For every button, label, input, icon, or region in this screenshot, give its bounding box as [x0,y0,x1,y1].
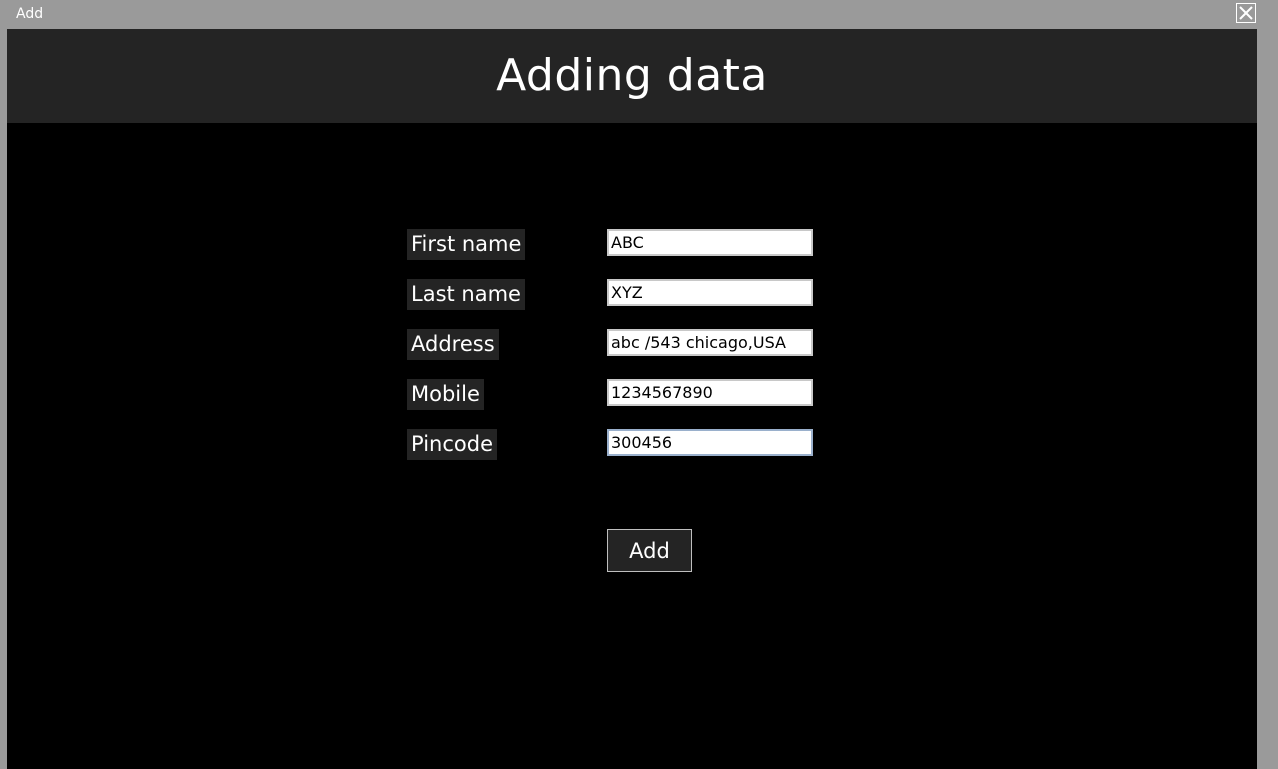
close-button[interactable] [1236,3,1256,23]
last-name-field[interactable] [607,279,813,306]
window-title: Add [16,6,44,22]
first-name-label: First name [407,229,526,260]
pincode-field[interactable] [607,429,813,456]
page-header: Adding data [7,29,1257,123]
pincode-label: Pincode [407,429,497,460]
address-field[interactable] [607,329,813,356]
add-button[interactable]: Add [607,529,692,572]
page-title: Adding data [496,49,768,101]
mobile-label: Mobile [407,379,484,410]
address-label: Address [407,329,499,360]
last-name-label: Last name [407,279,525,310]
app-window: Add Adding data First name Last name Add… [0,0,1278,769]
mobile-field[interactable] [607,379,813,406]
title-bar[interactable]: Add [0,0,1278,29]
first-name-field[interactable] [607,229,813,256]
content-area: Adding data First name Last name Address… [7,29,1257,769]
close-icon [1239,6,1253,20]
